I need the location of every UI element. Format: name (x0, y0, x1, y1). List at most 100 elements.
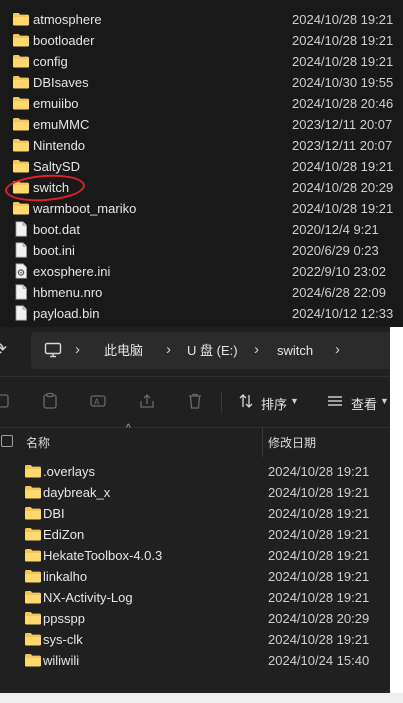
list-item[interactable]: exosphere.ini 2022/9/10 23:02 (0, 261, 403, 282)
item-name: bootloader (33, 33, 95, 48)
folder-icon (12, 95, 30, 111)
list-item[interactable]: payload.bin 2024/10/12 12:33 (0, 303, 403, 324)
list-item[interactable]: emuMMC 2023/12/11 20:07 (0, 114, 403, 135)
folder-icon (24, 547, 42, 563)
settings-file-icon (12, 263, 30, 279)
list-item[interactable]: boot.dat 2020/12/4 9:21 (0, 219, 403, 240)
breadcrumb[interactable]: › 此电脑 › U 盘 (E:) › switch › (31, 332, 390, 369)
item-date: 2022/9/10 23:02 (292, 264, 386, 279)
item-date: 2024/10/28 19:21 (268, 527, 370, 542)
select-all-checkbox[interactable] (1, 435, 13, 447)
column-date-header[interactable]: 修改日期 (268, 434, 316, 451)
folder-icon (24, 526, 42, 542)
item-name: wiliwili (43, 653, 80, 668)
item-date: 2024/10/12 12:33 (292, 306, 394, 321)
sort-icon (237, 392, 255, 410)
delete-icon[interactable] (186, 392, 204, 410)
item-date: 2024/10/28 19:21 (292, 12, 394, 27)
background-strip (0, 693, 403, 703)
list-item[interactable]: warmboot_mariko 2024/10/28 19:21 (0, 198, 403, 219)
item-name: boot.dat (33, 222, 80, 237)
file-icon (12, 284, 30, 300)
computer-icon (44, 342, 62, 358)
folder-icon (12, 11, 30, 27)
item-name: EdiZon (43, 527, 85, 542)
item-date: 2023/12/11 20:07 (292, 117, 393, 132)
folder-icon (12, 32, 30, 48)
address-bar: ⟳ › 此电脑 › U 盘 (E:) › switch › (0, 327, 390, 375)
paste-icon[interactable] (41, 392, 59, 410)
file-icon (12, 242, 30, 258)
chevron-right-icon: › (166, 341, 171, 358)
item-name: HekateToolbox-4.0.3 (43, 548, 163, 563)
item-date: 2024/10/24 15:40 (268, 653, 370, 668)
item-date: 2024/10/28 19:21 (292, 54, 394, 69)
chevron-down-icon: ▼ (380, 396, 389, 406)
list-item[interactable]: EdiZon 2024/10/28 19:21 (0, 524, 390, 545)
list-item[interactable]: DBIsaves 2024/10/30 19:55 (0, 72, 403, 93)
item-date: 2023/12/11 20:07 (292, 138, 393, 153)
column-header: ^ 名称 修改日期 (0, 423, 390, 457)
list-item[interactable]: NX-Activity-Log 2024/10/28 19:21 (0, 587, 390, 608)
list-item[interactable]: DBI 2024/10/28 19:21 (0, 503, 390, 524)
copy-icon[interactable] (0, 392, 12, 410)
breadcrumb-item[interactable]: U 盘 (E:) (187, 342, 238, 359)
background-strip (390, 327, 403, 703)
folder-icon (12, 158, 30, 174)
item-date: 2024/10/28 19:21 (268, 485, 370, 500)
list-item[interactable]: wiliwili 2024/10/24 15:40 (0, 650, 390, 671)
item-name: exosphere.ini (33, 264, 111, 279)
toolbar-divider (221, 391, 222, 413)
list-item[interactable]: linkalho 2024/10/28 19:21 (0, 566, 390, 587)
item-date: 2024/10/30 19:55 (292, 75, 394, 90)
chevron-right-icon: › (335, 341, 340, 358)
item-date: 2024/10/28 19:21 (268, 569, 370, 584)
folder-icon (24, 568, 42, 584)
sort-button[interactable]: 排序 (261, 394, 287, 413)
column-divider[interactable] (262, 427, 263, 457)
view-icon (326, 392, 344, 410)
list-item[interactable]: config 2024/10/28 19:21 (0, 51, 403, 72)
list-item[interactable]: atmosphere 2024/10/28 19:21 (0, 9, 403, 30)
list-item[interactable]: hbmenu.nro 2024/6/28 22:09 (0, 282, 403, 303)
refresh-icon[interactable]: ⟳ (0, 339, 12, 359)
list-item[interactable]: bootloader 2024/10/28 19:21 (0, 30, 403, 51)
list-item[interactable]: HekateToolbox-4.0.3 2024/10/28 19:21 (0, 545, 390, 566)
item-name: hbmenu.nro (33, 285, 103, 300)
view-button[interactable]: 查看 (351, 394, 377, 413)
breadcrumb-item[interactable]: 此电脑 (104, 342, 143, 359)
item-name: warmboot_mariko (33, 201, 137, 216)
item-date: 2024/10/28 19:21 (292, 159, 394, 174)
folder-icon (12, 200, 30, 216)
rename-icon[interactable]: A (89, 392, 107, 410)
folder-icon (12, 53, 30, 69)
chevron-down-icon: ▼ (290, 396, 299, 406)
breadcrumb-item[interactable]: switch (277, 342, 313, 359)
sort-caret-icon: ^ (126, 423, 131, 434)
chevron-right-icon: › (75, 341, 80, 358)
folder-icon (24, 652, 42, 668)
column-name-header[interactable]: 名称 (26, 434, 50, 451)
item-date: 2024/10/28 19:21 (268, 590, 370, 605)
item-date: 2024/10/28 20:46 (292, 96, 394, 111)
item-name: emuiibo (33, 96, 79, 111)
list-item[interactable]: emuiibo 2024/10/28 20:46 (0, 93, 403, 114)
list-item[interactable]: ppsspp 2024/10/28 20:29 (0, 608, 390, 629)
list-item[interactable]: Nintendo 2023/12/11 20:07 (0, 135, 403, 156)
folder-icon (24, 610, 42, 626)
list-item[interactable]: .overlays 2024/10/28 19:21 (0, 461, 390, 482)
folder-icon (12, 137, 30, 153)
list-item[interactable]: sys-clk 2024/10/28 19:21 (0, 629, 390, 650)
item-date: 2020/6/29 0:23 (292, 243, 379, 258)
list-item[interactable]: boot.ini 2020/6/29 0:23 (0, 240, 403, 261)
item-date: 2020/12/4 9:21 (292, 222, 379, 237)
item-name: Nintendo (33, 138, 86, 153)
share-icon[interactable] (138, 392, 156, 410)
item-date: 2024/10/28 19:21 (268, 632, 370, 647)
item-name: linkalho (43, 569, 88, 584)
list-item[interactable]: SaltySD 2024/10/28 19:21 (0, 156, 403, 177)
file-icon (12, 305, 30, 321)
folder-icon (12, 74, 30, 90)
list-item[interactable]: daybreak_x 2024/10/28 19:21 (0, 482, 390, 503)
folder-icon (24, 631, 42, 647)
